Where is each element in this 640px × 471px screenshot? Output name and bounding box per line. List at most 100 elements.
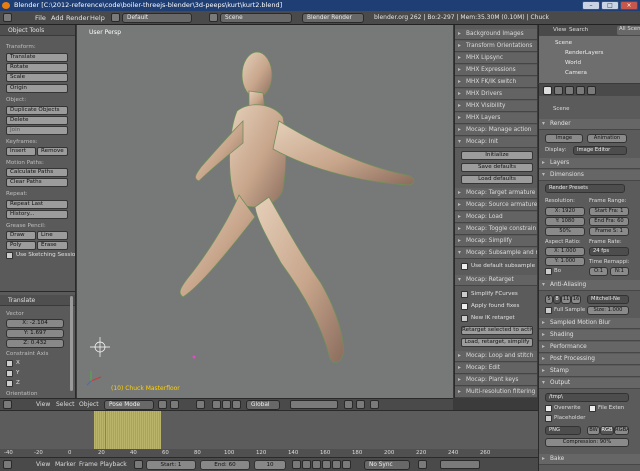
section-mocap-subsample[interactable]: Mocap: Subsample and r xyxy=(455,248,537,259)
grease-erase-button[interactable]: Erase xyxy=(37,241,68,250)
section-mocap-retarget[interactable]: Mocap: Retarget xyxy=(455,275,537,286)
color-rgba-button[interactable]: RGBA xyxy=(614,426,629,435)
retarget-selected-button[interactable]: Retarget selected to active xyxy=(461,326,533,335)
record-icon[interactable] xyxy=(418,460,427,469)
aa-samples-16[interactable]: 16 xyxy=(571,295,581,304)
resolution-percentage[interactable]: 50% xyxy=(545,227,585,236)
jump-start-icon[interactable] xyxy=(292,460,301,469)
object-tab-icon[interactable] xyxy=(576,86,585,95)
preview-range-icon[interactable] xyxy=(134,460,143,469)
render-icon[interactable] xyxy=(370,400,379,409)
menu-frame[interactable]: Frame xyxy=(79,461,98,468)
overwrite-checkbox[interactable] xyxy=(545,405,552,412)
aa-filter-dropdown[interactable]: Mitchell-Ne xyxy=(587,295,629,304)
remove-keyframe-button[interactable]: Remove xyxy=(37,147,68,156)
menu-render[interactable]: Render xyxy=(66,14,89,22)
minimize-button[interactable]: – xyxy=(582,1,600,10)
grease-poly-button[interactable]: Poly xyxy=(6,241,36,250)
placeholders-checkbox[interactable] xyxy=(545,415,552,422)
current-frame-field[interactable]: 10 xyxy=(254,460,286,470)
insert-keyframe-button[interactable]: Insert xyxy=(6,147,36,156)
menu-view[interactable]: View xyxy=(36,461,50,468)
start-frame-field[interactable]: Start: 1 xyxy=(146,460,196,470)
vector-x-field[interactable]: X: -2.104 xyxy=(6,319,64,328)
translate-manipulator-icon[interactable] xyxy=(212,400,221,409)
aspect-x-field[interactable]: X: 1.000 xyxy=(545,247,585,256)
antialiasing-panel-header[interactable]: Anti-Aliasing xyxy=(539,280,640,291)
resolution-y-field[interactable]: Y: 1080 xyxy=(545,217,585,226)
menu-file[interactable]: File xyxy=(35,14,46,22)
section-mocap-load[interactable]: Mocap: Load xyxy=(455,212,537,223)
translate-operator-header[interactable]: Translate xyxy=(0,295,75,306)
border-checkbox[interactable] xyxy=(545,268,552,275)
manipulator-icon[interactable] xyxy=(196,400,205,409)
end-frame-field[interactable]: End Fra: 60 xyxy=(589,217,629,226)
scale-manipulator-icon[interactable] xyxy=(232,400,241,409)
color-rgb-button[interactable]: RGB xyxy=(600,426,614,435)
scene-dropdown[interactable]: Scene xyxy=(220,13,292,23)
render-presets-dropdown[interactable]: Render Presets xyxy=(545,184,625,193)
close-button[interactable]: × xyxy=(620,1,638,10)
menu-select[interactable]: Select xyxy=(56,401,75,408)
post-processing-panel-header[interactable]: Post Processing xyxy=(539,354,640,365)
section-mocap-source[interactable]: Mocap: Source armature xyxy=(455,200,537,211)
aa-samples-11[interactable]: 11 xyxy=(561,295,571,304)
section-mhx-lipsync[interactable]: MHX Lipsync xyxy=(455,53,537,64)
aa-samples-8[interactable]: 8 xyxy=(553,295,561,304)
constraints-tab-icon[interactable] xyxy=(587,86,596,95)
rotate-button[interactable]: Rotate xyxy=(6,63,68,72)
compression-slider[interactable]: Compression: 90% xyxy=(545,438,629,447)
file-format-dropdown[interactable]: PNG xyxy=(545,426,581,435)
scene-icon[interactable] xyxy=(209,13,218,22)
editor-type-icon[interactable] xyxy=(3,400,12,409)
section-mocap-simplify[interactable]: Mocap: Simplify xyxy=(455,236,537,247)
initialize-button[interactable]: Initialize xyxy=(461,151,533,160)
bake-panel-header[interactable]: Bake xyxy=(539,454,640,465)
delete-button[interactable]: Delete xyxy=(6,116,68,125)
outliner-display-dropdown[interactable]: All Scen xyxy=(617,26,640,35)
menu-playback[interactable]: Playback xyxy=(100,461,127,468)
play-icon[interactable] xyxy=(322,460,331,469)
menu-help[interactable]: Help xyxy=(90,14,105,22)
world-tab-icon[interactable] xyxy=(565,86,574,95)
use-sketching-checkbox[interactable] xyxy=(6,252,13,259)
section-mhx-fkik[interactable]: MHX FK/IK switch xyxy=(455,77,537,88)
render-tab-icon[interactable] xyxy=(543,86,552,95)
display-dropdown[interactable]: Image Editor xyxy=(573,146,627,155)
maximize-button[interactable]: □ xyxy=(601,1,619,10)
shading-icon[interactable] xyxy=(158,400,167,409)
scene-tab-icon[interactable] xyxy=(554,86,563,95)
resolution-x-field[interactable]: X: 1920 xyxy=(545,207,585,216)
section-mhx-drivers[interactable]: MHX Drivers xyxy=(455,89,537,100)
screen-layout-icon[interactable] xyxy=(111,13,120,22)
translate-button[interactable]: Translate xyxy=(6,53,68,62)
vector-z-field[interactable]: Z: 0.432 xyxy=(6,339,64,348)
aspect-y-field[interactable]: Y: 1.000 xyxy=(545,257,585,266)
menu-object[interactable]: Object xyxy=(79,401,99,408)
full-sample-checkbox[interactable] xyxy=(545,307,552,314)
section-mocap-plant[interactable]: Mocap: Plant keys xyxy=(455,375,537,386)
jump-end-icon[interactable] xyxy=(342,460,351,469)
outliner-item-scene[interactable]: Scene xyxy=(555,40,572,46)
file-extensions-checkbox[interactable] xyxy=(589,405,596,412)
output-path-field[interactable]: /tmp\ xyxy=(545,393,629,402)
section-mhx-expressions[interactable]: MHX Expressions xyxy=(455,65,537,76)
keying-set-icon[interactable] xyxy=(440,460,480,469)
section-mhx-layers[interactable]: MHX Layers xyxy=(455,113,537,124)
object-tools-header[interactable]: Object Tools xyxy=(0,25,75,36)
motion-blur-panel-header[interactable]: Sampled Motion Blur xyxy=(539,318,640,329)
menu-marker[interactable]: Marker xyxy=(55,461,76,468)
constraint-y-checkbox[interactable] xyxy=(6,370,13,377)
simplify-fcurves-checkbox[interactable] xyxy=(461,291,468,298)
next-keyframe-icon[interactable] xyxy=(332,460,341,469)
render-animation-button[interactable]: Animation xyxy=(587,134,627,143)
layer-grid-icon[interactable] xyxy=(290,400,338,409)
sync-dropdown[interactable]: No Sync xyxy=(364,460,410,470)
rotate-manipulator-icon[interactable] xyxy=(222,400,231,409)
pivot-icon[interactable] xyxy=(170,400,179,409)
menu-add[interactable]: Add xyxy=(51,14,64,22)
outliner-item-world[interactable]: World xyxy=(565,60,581,66)
load-retarget-simplify-button[interactable]: Load, retarget, simplify xyxy=(461,338,533,347)
aa-samples-5[interactable]: 5 xyxy=(545,295,553,304)
lock-icon[interactable] xyxy=(344,400,353,409)
